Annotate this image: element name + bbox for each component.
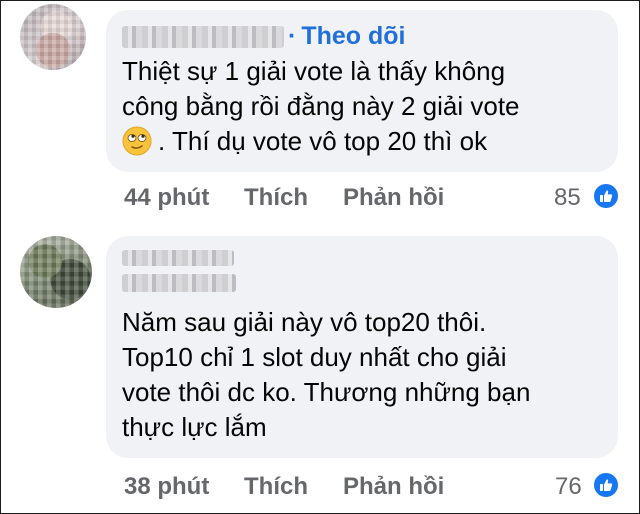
like-button[interactable]: Thích [244,184,308,212]
comment-line: Top10 chỉ 1 slot duy nhất cho giải [122,342,507,372]
comment-line: thực lực lắm [122,412,267,442]
comment-line-with-emoji: . Thí dụ vote vô top 20 thì ok [122,124,520,159]
comment-text: Năm sau giải này vô top20 thôi. Top10 ch… [122,305,530,445]
like-button[interactable]: Thích [244,473,308,501]
comment-line: công bằng rồi đằng này 2 giải vote [122,91,520,121]
follow-separator-dot: · [288,22,297,50]
follow-link[interactable]: · Theo dõi [288,22,405,51]
reply-button[interactable]: Phản hồi [343,184,444,212]
comment-text: Thiệt sự 1 giải vote là thấy không công … [122,54,520,159]
blurred-author-name[interactable] [122,274,236,292]
comment-timestamp[interactable]: 44 phút [124,184,209,212]
like-thumbs-up-icon[interactable] [592,471,620,499]
blurred-author-name[interactable] [122,250,234,266]
reaction-count[interactable]: 76 [555,473,582,501]
commenter-avatar[interactable] [20,4,86,70]
smiling-face-with-rolling-eyes-emoji [122,126,152,156]
commenter-avatar[interactable] [20,236,92,308]
comment-line: vote thôi dc ko. Thương những bạn [122,377,531,407]
comment-line: Năm sau giải này vô top20 thôi. [122,307,487,337]
follow-label[interactable]: Theo dõi [301,22,405,50]
comment-line: Thiệt sự 1 giải vote là thấy không [122,56,506,86]
reaction-count[interactable]: 85 [554,184,581,212]
comment-timestamp[interactable]: 38 phút [124,473,209,501]
blurred-author-name[interactable] [122,26,284,48]
reply-button[interactable]: Phản hồi [343,473,444,501]
like-thumbs-up-icon[interactable] [592,182,620,210]
